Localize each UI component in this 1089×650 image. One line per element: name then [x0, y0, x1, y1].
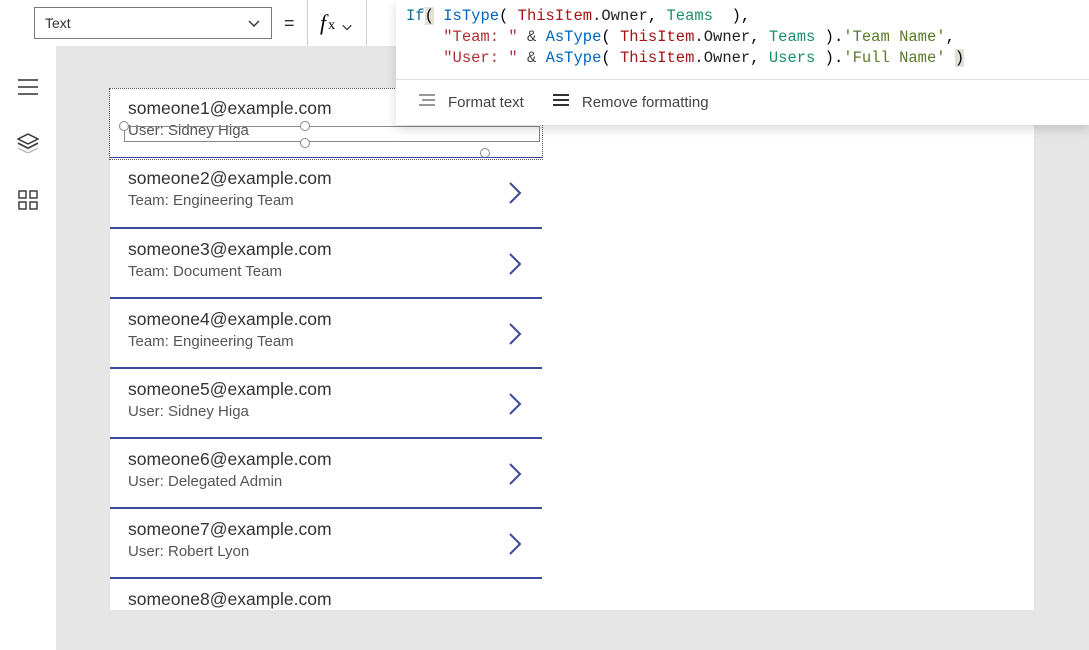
format-text-button[interactable]: Format text [418, 93, 524, 111]
gallery-item-title: someone5@example.com [128, 379, 332, 400]
gallery-item-subtitle: Team: Document Team [128, 263, 282, 280]
chevron-down-icon [247, 16, 261, 30]
chevron-right-icon[interactable] [506, 531, 524, 562]
selection-handle[interactable] [300, 138, 310, 148]
gallery-item-title: someone2@example.com [128, 168, 332, 189]
gallery-item[interactable]: someone3@example.com Team: Document Team [110, 228, 542, 298]
selection-handle[interactable] [300, 121, 310, 131]
gallery-item-title: someone1@example.com [128, 98, 332, 119]
gallery-item-title: someone8@example.com [128, 589, 332, 610]
gallery-item-subtitle: User: Delegated Admin [128, 473, 282, 490]
chevron-right-icon[interactable] [506, 461, 524, 492]
grid-icon[interactable] [18, 190, 38, 215]
gallery-item[interactable]: someone8@example.com [110, 578, 542, 612]
gallery-item[interactable]: someone4@example.com Team: Engineering T… [110, 298, 542, 368]
equals-sign: = [284, 13, 295, 34]
gallery-item-subtitle: User: Sidney Higa [128, 403, 249, 420]
gallery-item[interactable]: someone7@example.com User: Robert Lyon [110, 508, 542, 578]
property-selector-value: Text [45, 15, 71, 31]
format-text-icon [418, 93, 436, 111]
formula-actions: Format text Remove formatting [396, 79, 1089, 125]
chevron-right-icon[interactable] [506, 321, 524, 352]
chevron-right-icon[interactable] [506, 251, 524, 282]
gallery-item[interactable]: someone5@example.com User: Sidney Higa [110, 368, 542, 438]
gallery-item-title: someone6@example.com [128, 449, 332, 470]
formula-editor[interactable]: If( IsType( ThisItem.Owner, Teams ), "Te… [396, 0, 1089, 79]
hamburger-icon[interactable] [17, 78, 39, 101]
layers-icon[interactable] [17, 133, 39, 158]
chevron-right-icon[interactable] [506, 180, 524, 211]
gallery-item[interactable]: someone2@example.com Team: Engineering T… [110, 158, 542, 228]
left-rail [0, 46, 56, 650]
gallery-item-title: someone7@example.com [128, 519, 332, 540]
fx-icon: f [320, 10, 326, 36]
fx-dropdown[interactable]: fx [307, 0, 367, 46]
gallery-item[interactable]: someone6@example.com User: Delegated Adm… [110, 438, 542, 508]
gallery-item-subtitle: User: Robert Lyon [128, 543, 249, 560]
remove-formatting-icon [552, 93, 570, 111]
property-selector[interactable]: Text [34, 7, 272, 39]
gallery-item-title: someone4@example.com [128, 309, 332, 330]
gallery-item-title: someone3@example.com [128, 239, 332, 260]
formula-bar-expanded: If( IsType( ThisItem.Owner, Teams ), "Te… [396, 0, 1089, 125]
gallery-item-subtitle: User: Sidney Higa [128, 122, 249, 139]
gallery-item-subtitle: Team: Engineering Team [128, 333, 294, 350]
gallery[interactable]: someone1@example.com User: Sidney Higa s… [110, 88, 542, 612]
remove-formatting-button[interactable]: Remove formatting [552, 93, 709, 111]
gallery-item-subtitle: Team: Engineering Team [128, 192, 294, 209]
app-preview-surface: someone1@example.com User: Sidney Higa s… [110, 88, 1034, 610]
chevron-down-icon [341, 17, 353, 29]
chevron-right-icon[interactable] [506, 391, 524, 422]
